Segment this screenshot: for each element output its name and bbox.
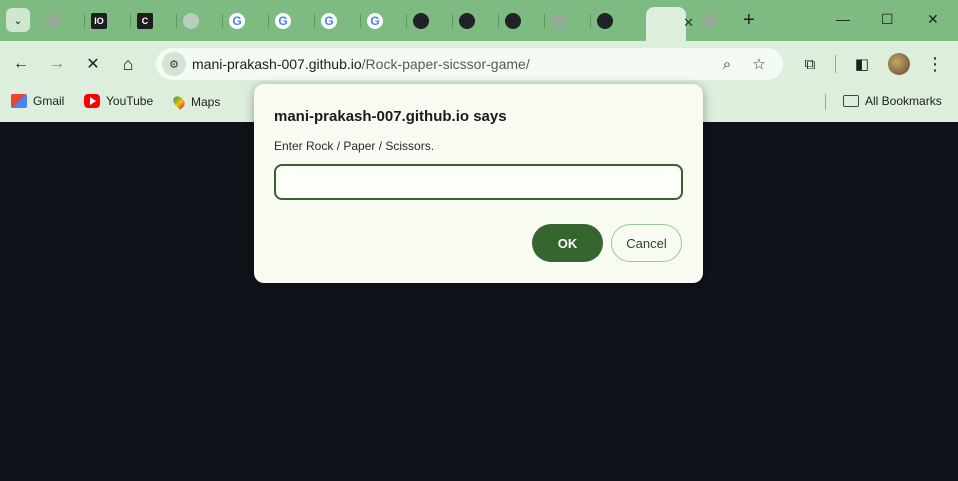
globe-icon [551, 13, 567, 29]
bookmark-label: Maps [191, 95, 221, 109]
menu-icon[interactable]: ⋮ [925, 54, 945, 74]
tab-strip: ⌄ IO C G G G G ✕ + — ☐ ✕ [0, 0, 958, 41]
c-logo-icon: C [137, 13, 153, 29]
gmail-icon [11, 94, 27, 108]
chatgpt-icon [183, 13, 199, 29]
address-bar[interactable]: ⚙ mani-prakash-007.github.io/Rock-paper-… [156, 48, 783, 80]
cancel-button[interactable]: Cancel [611, 224, 682, 262]
bookmarks-divider [825, 94, 826, 110]
tab-active[interactable]: ✕ [646, 7, 694, 41]
tab-9[interactable] [408, 7, 453, 35]
side-panel-icon[interactable]: ◧ [852, 54, 872, 74]
tab-10[interactable] [454, 7, 499, 35]
github-icon [459, 13, 475, 29]
maximize-button[interactable]: ☐ [881, 11, 894, 28]
folder-icon [843, 95, 859, 107]
extensions-icon[interactable]: ⧉ [800, 54, 820, 74]
google-icon: G [321, 13, 337, 29]
youtube-icon [84, 94, 100, 108]
close-window-button[interactable]: ✕ [927, 11, 939, 28]
dialog-message: Enter Rock / Paper / Scissors. [274, 139, 435, 153]
stop-loading-button[interactable]: ✕ [82, 53, 104, 75]
tab-4[interactable] [178, 7, 223, 35]
google-icon: G [275, 13, 291, 29]
tab-6[interactable]: G [270, 7, 315, 35]
toolbar-divider [835, 55, 836, 73]
all-bookmarks-button[interactable]: All Bookmarks [843, 94, 942, 108]
tab-7[interactable]: G [316, 7, 361, 35]
bookmark-label: Gmail [33, 94, 65, 108]
bookmark-gmail[interactable]: Gmail [11, 94, 64, 108]
close-tab-icon[interactable]: ✕ [683, 15, 694, 31]
google-icon: G [229, 13, 245, 29]
url-domain: mani-prakash-007.github.io [192, 56, 362, 72]
github-icon [505, 13, 521, 29]
all-bookmarks-label: All Bookmarks [865, 94, 942, 108]
tab-12[interactable] [546, 7, 591, 35]
minimize-button[interactable]: — [836, 11, 850, 27]
home-button[interactable]: ⌂ [117, 53, 139, 75]
new-tab-button[interactable]: + [743, 10, 755, 30]
tab-13[interactable] [592, 7, 637, 35]
back-button[interactable]: ← [10, 53, 32, 75]
io-logo-icon: IO [91, 13, 107, 29]
tab-1[interactable] [40, 7, 85, 35]
chevron-down-icon: ⌄ [13, 14, 23, 27]
bookmark-label: YouTube [106, 94, 154, 108]
prompt-input[interactable] [274, 164, 683, 200]
url-text[interactable]: mani-prakash-007.github.io/Rock-paper-si… [192, 56, 530, 72]
profile-avatar[interactable] [888, 53, 910, 75]
site-info-icon[interactable]: ⚙ [162, 52, 186, 76]
tab-search-button[interactable]: ⌄ [6, 8, 30, 32]
zoom-icon[interactable]: ⌕ [718, 55, 736, 73]
bookmark-youtube[interactable]: YouTube [84, 94, 153, 108]
toolbar: ← → ✕ ⌂ ⚙ mani-prakash-007.github.io/Roc… [0, 41, 958, 87]
tab-15[interactable] [696, 7, 741, 35]
tab-3[interactable]: C [132, 7, 177, 35]
dialog-title: mani-prakash-007.github.io says [274, 108, 507, 125]
ok-button[interactable]: OK [532, 224, 603, 262]
github-icon [413, 13, 429, 29]
prompt-dialog: mani-prakash-007.github.io says Enter Ro… [254, 84, 703, 283]
forward-button[interactable]: → [46, 53, 68, 75]
bookmark-star-icon[interactable]: ☆ [750, 55, 768, 73]
tab-8[interactable]: G [362, 7, 407, 35]
maps-icon [171, 94, 187, 110]
tab-2[interactable]: IO [86, 7, 131, 35]
url-path: /Rock-paper-sicssor-game/ [361, 56, 530, 72]
globe-icon [701, 13, 717, 29]
google-icon: G [367, 13, 383, 29]
github-icon [597, 13, 613, 29]
tab-11[interactable] [500, 7, 545, 35]
bookmark-maps[interactable]: Maps [171, 94, 221, 110]
globe-icon [45, 13, 61, 29]
tab-5[interactable]: G [224, 7, 269, 35]
